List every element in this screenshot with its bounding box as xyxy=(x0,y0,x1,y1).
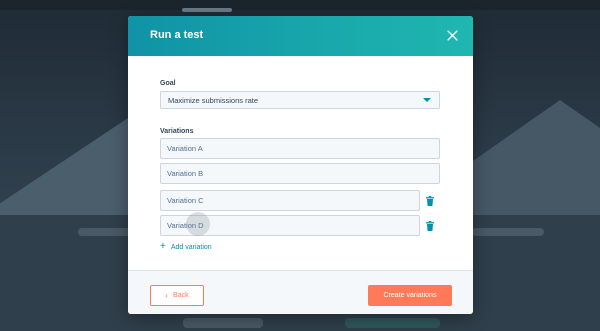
variation-input-b[interactable] xyxy=(160,163,440,184)
variation-input-c[interactable] xyxy=(160,190,420,211)
chevron-left-icon: ‹ xyxy=(165,291,169,300)
back-button-label: Back xyxy=(173,292,189,299)
variation-input-a[interactable] xyxy=(160,138,440,159)
variations-label: Variations xyxy=(160,128,194,135)
delete-variation-c-button[interactable] xyxy=(426,196,434,206)
background-topbar xyxy=(0,0,600,12)
goal-select[interactable]: Maximize submissions rate xyxy=(160,91,440,109)
goal-select-value: Maximize submissions rate xyxy=(168,96,259,105)
background-placeholder xyxy=(472,228,544,236)
create-variations-button[interactable]: Create variations xyxy=(368,285,452,306)
cursor-highlight xyxy=(186,212,210,236)
create-variations-label: Create variations xyxy=(383,292,437,299)
add-variation-link[interactable]: + Add variation xyxy=(160,242,212,252)
run-test-modal: Run a test Goal Maximize submissions rat… xyxy=(128,16,473,314)
caret-down-icon xyxy=(423,98,431,102)
add-variation-label: Add variation xyxy=(170,243,212,251)
plus-icon: + xyxy=(160,241,166,252)
close-button[interactable] xyxy=(443,26,461,44)
back-button[interactable]: ‹ Back xyxy=(150,285,204,306)
background-pill xyxy=(182,8,232,12)
modal-footer: ‹ Back Create variations xyxy=(128,270,473,314)
trash-icon xyxy=(426,221,434,231)
background-placeholder xyxy=(345,318,440,328)
trash-icon xyxy=(426,196,434,206)
modal-title: Run a test xyxy=(150,29,204,41)
delete-variation-d-button[interactable] xyxy=(426,221,434,231)
background-placeholder xyxy=(183,318,263,328)
close-icon xyxy=(446,29,458,41)
goal-label: Goal xyxy=(160,80,176,87)
modal-header: Run a test xyxy=(128,16,473,56)
